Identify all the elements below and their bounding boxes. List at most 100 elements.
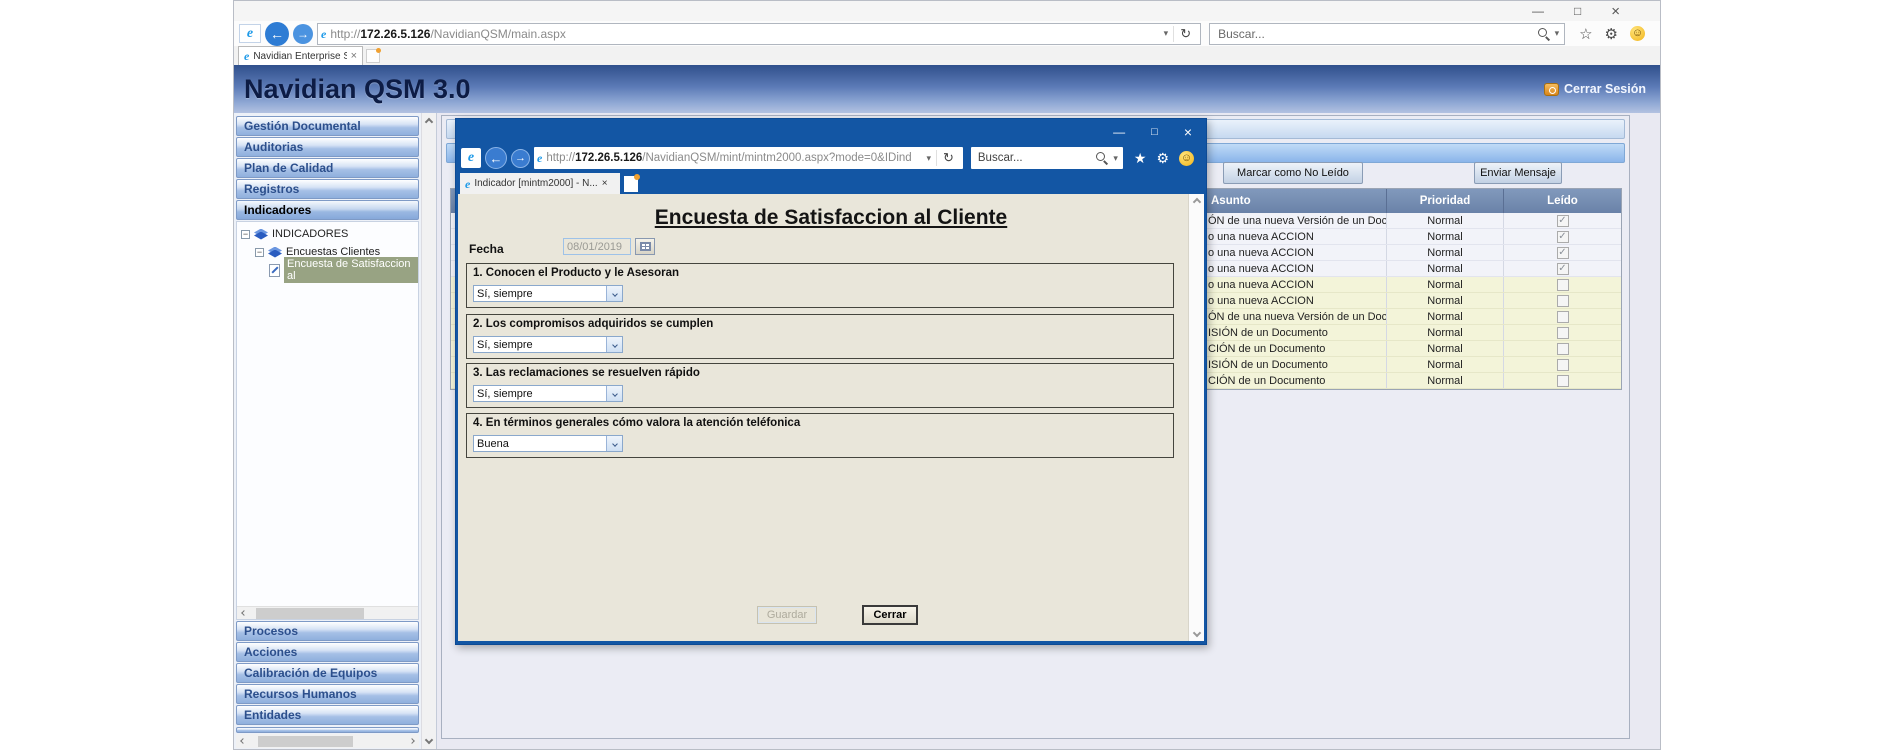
popup-settings-icon[interactable]: ⚙ <box>1156 150 1169 167</box>
sidebar-scroll-thumb[interactable] <box>258 736 353 747</box>
column-header-prioridad[interactable]: Prioridad <box>1387 189 1504 213</box>
sidebar-item-registros[interactable]: Registros <box>236 179 419 199</box>
sidebar-item-calibracion-de-equipos[interactable]: Calibración de Equipos <box>236 663 419 683</box>
search-dropdown-icon[interactable]: ▾ <box>1550 28 1565 39</box>
cell-prioridad: Normal <box>1387 213 1504 228</box>
leido-checkbox[interactable] <box>1557 327 1569 339</box>
leido-checkbox[interactable] <box>1557 311 1569 323</box>
popup-tab-close-icon[interactable]: × <box>602 178 608 189</box>
sidebar-item-auditorias[interactable]: Auditorias <box>236 137 419 157</box>
tree-scroll-thumb[interactable] <box>256 608 364 619</box>
select-arrow-button[interactable] <box>606 436 622 451</box>
popup-close-icon[interactable]: × <box>1184 124 1192 140</box>
popup-search-dropdown-icon[interactable]: ▾ <box>1108 153 1123 164</box>
popup-favorites-icon[interactable]: ★ <box>1134 150 1147 167</box>
leido-checkbox[interactable]: ✓ <box>1557 247 1569 259</box>
select-arrow-button[interactable] <box>606 286 622 301</box>
feedback-smiley-icon[interactable]: ☺ <box>1630 26 1645 41</box>
form-scroll-down-icon[interactable] <box>1192 629 1200 637</box>
sidebar-item-procesos[interactable]: Procesos <box>236 621 419 641</box>
question-select-3[interactable]: Sí, siempre <box>473 385 623 402</box>
popup-search-box[interactable]: Buscar... ▾ <box>971 147 1123 169</box>
column-header-leido[interactable]: Leído <box>1504 189 1621 213</box>
app-header: Navidian QSM 3.0 Cerrar Sesión <box>234 65 1660 113</box>
scroll-down-icon[interactable] <box>425 736 433 744</box>
popup-new-tab-button[interactable] <box>624 176 638 192</box>
favorites-icon[interactable]: ☆ <box>1579 25 1592 43</box>
book-icon <box>254 229 268 240</box>
popup-tab-favicon: e <box>465 178 470 190</box>
back-button[interactable]: ← <box>265 22 289 46</box>
tab-close-icon[interactable]: × <box>351 50 357 62</box>
tree-horizontal-scrollbar[interactable] <box>237 606 418 619</box>
popup-tab-indicador[interactable]: e Indicador [mintm2000] - N... × <box>460 173 620 194</box>
tree-item-encuesta-de-satisfaccion-al[interactable]: Encuesta de Satisfaccion al <box>237 261 418 279</box>
mark-unread-button[interactable]: Marcar como No Leído <box>1223 162 1363 184</box>
question-box-1: 1. Conocen el Producto y le AsesoranSí, … <box>466 263 1174 308</box>
sidebar-item-entidades[interactable]: Entidades <box>236 705 419 725</box>
select-arrow-button[interactable] <box>606 337 622 352</box>
form-vertical-scrollbar[interactable] <box>1188 194 1204 641</box>
tree-expander-icon[interactable]: − <box>255 248 264 257</box>
popup-refresh-icon[interactable]: ↻ <box>936 150 960 166</box>
minimize-icon[interactable]: — <box>1532 5 1544 17</box>
leido-checkbox[interactable] <box>1557 279 1569 291</box>
sidebar-horizontal-scrollbar[interactable] <box>236 734 419 748</box>
sidebar-item-plan-de-calidad[interactable]: Plan de Calidad <box>236 158 419 178</box>
tree-expander-icon[interactable]: − <box>241 230 250 239</box>
popup-minimize-icon[interactable]: — <box>1113 125 1125 139</box>
select-arrow-button[interactable] <box>606 386 622 401</box>
sidebar-item-clipped[interactable] <box>236 727 419 733</box>
popup-search-icon[interactable] <box>1096 152 1108 164</box>
sidebar-vertical-scrollbar[interactable] <box>421 113 436 749</box>
scroll-up-icon[interactable] <box>425 118 433 126</box>
leido-checkbox[interactable]: ✓ <box>1557 263 1569 275</box>
maximize-icon[interactable]: □ <box>1574 5 1581 17</box>
search-icon[interactable] <box>1538 28 1550 40</box>
browser-navbar: e ← → e http://172.26.5.126/NavidianQSM/… <box>234 21 1660 46</box>
new-tab-button[interactable] <box>366 49 380 63</box>
popup-navbar: e ← → e http://172.26.5.126/NavidianQSM/… <box>458 144 1204 172</box>
send-message-button[interactable]: Enviar Mensaje <box>1474 162 1562 184</box>
logout-button[interactable]: Cerrar Sesión <box>1544 82 1646 96</box>
tree-scroll-left-icon[interactable] <box>237 611 251 615</box>
sidebar-scroll-right-icon[interactable] <box>405 739 419 743</box>
refresh-icon[interactable]: ↻ <box>1173 26 1197 42</box>
sidebar-item-indicadores[interactable]: Indicadores <box>236 200 419 220</box>
popup-feedback-smiley-icon[interactable]: ☺ <box>1179 151 1194 166</box>
question-select-4[interactable]: Buena <box>473 435 623 452</box>
survey-form: Encuesta de Satisfaccion al Cliente Fech… <box>458 194 1204 641</box>
leido-checkbox[interactable] <box>1557 359 1569 371</box>
search-box[interactable]: Buscar... ▾ <box>1209 23 1565 45</box>
popup-forward-button[interactable]: → <box>511 149 530 168</box>
sidebar-item-gestion-documental[interactable]: Gestión Documental <box>236 116 419 136</box>
tab-title: Navidian Enterprise Softwar... <box>253 51 346 62</box>
leido-checkbox[interactable] <box>1557 295 1569 307</box>
form-scroll-up-icon[interactable] <box>1192 198 1200 206</box>
url-dropdown-icon[interactable]: ▾ <box>1159 28 1174 39</box>
fecha-input[interactable]: 08/01/2019 <box>563 238 631 255</box>
address-bar[interactable]: e http://172.26.5.126/NavidianQSM/main.a… <box>317 23 1201 45</box>
leido-checkbox[interactable]: ✓ <box>1557 215 1569 227</box>
browser-action-icons: ☆ ⚙ ☺ <box>1569 25 1655 43</box>
leido-checkbox[interactable] <box>1557 343 1569 355</box>
forward-button[interactable]: → <box>293 24 313 44</box>
question-box-4: 4. En términos generales cómo valora la … <box>466 413 1174 458</box>
sidebar-item-recursos-humanos[interactable]: Recursos Humanos <box>236 684 419 704</box>
tree-item-indicadores[interactable]: −INDICADORES <box>237 225 418 243</box>
question-select-1[interactable]: Sí, siempre <box>473 285 623 302</box>
popup-maximize-icon[interactable]: □ <box>1151 126 1158 138</box>
settings-icon[interactable]: ⚙ <box>1605 25 1618 43</box>
question-select-2[interactable]: Sí, siempre <box>473 336 623 353</box>
popup-address-bar[interactable]: e http://172.26.5.126/NavidianQSM/mint/m… <box>534 147 963 169</box>
calendar-button[interactable] <box>635 238 655 255</box>
popup-back-button[interactable]: ← <box>485 147 507 169</box>
leido-checkbox[interactable] <box>1557 375 1569 387</box>
popup-url-dropdown-icon[interactable]: ▾ <box>921 153 936 164</box>
tab-navidian-main[interactable]: e Navidian Enterprise Softwar... × <box>238 46 363 65</box>
leido-checkbox[interactable]: ✓ <box>1557 231 1569 243</box>
sidebar-item-acciones[interactable]: Acciones <box>236 642 419 662</box>
close-icon[interactable]: × <box>1611 4 1620 19</box>
sidebar-scroll-left-icon[interactable] <box>236 739 250 743</box>
close-form-button[interactable]: Cerrar <box>862 605 918 625</box>
